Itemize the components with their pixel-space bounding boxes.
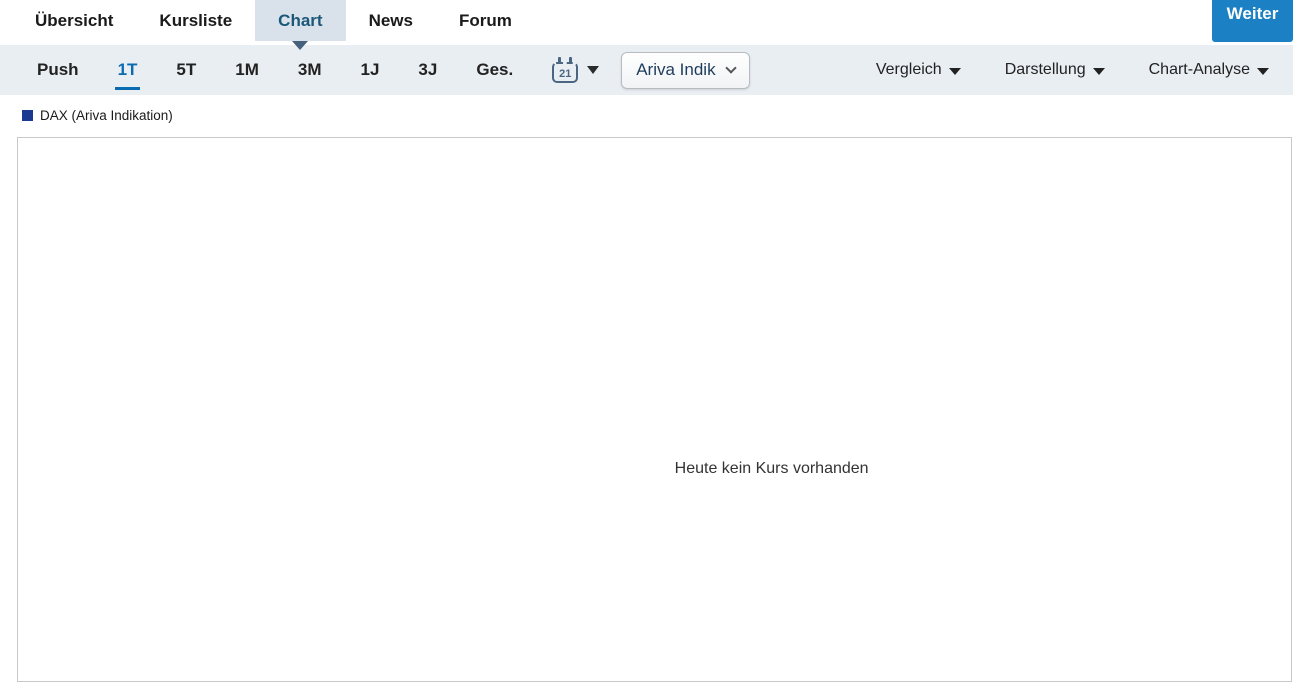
chart-area: Heute kein Kurs vorhanden [17,137,1292,682]
chart-toolbar: Push 1T 5T 1M 3M 1J 3J Ges. 21 Ariva Ind… [0,45,1293,95]
series-label: DAX (Ariva Indikation) [40,108,173,123]
caret-down-icon [1092,67,1105,75]
nav-tab-chart[interactable]: Chart [255,0,346,50]
active-tab-caret-icon [292,41,309,50]
nav-tab-chart-label: Chart [278,10,323,30]
date-picker-button[interactable]: 21 [552,57,600,83]
menu-chart-analyse[interactable]: Chart-Analyse [1149,61,1269,79]
nav-tab-forum[interactable]: Forum [436,0,535,41]
menu-vergleich-label: Vergleich [875,61,942,78]
chevron-down-icon [724,61,737,74]
chart-legend: DAX (Ariva Indikation) [0,95,1293,132]
indicator-dropdown[interactable]: Ariva Indik [621,51,750,89]
range-button-5t[interactable]: 5T [176,60,196,80]
top-navigation: Übersicht Kursliste Chart News Forum Wei… [0,0,1293,50]
chart-empty-message: Heute kein Kurs vorhanden [674,460,869,477]
menu-darstellung-label: Darstellung [1004,61,1086,78]
menu-darstellung[interactable]: Darstellung [1005,61,1105,79]
range-button-1m[interactable]: 1M [235,60,259,80]
calendar-icon: 21 [552,57,579,83]
toolbar-right-menus: Vergleich Darstellung Chart-Analyse [876,61,1273,79]
range-button-3m[interactable]: 3M [298,60,322,80]
series-color-swatch [22,110,33,121]
range-button-1t[interactable]: 1T [114,60,141,90]
indicator-dropdown-label: Ariva Indik [636,59,716,79]
weiter-button[interactable]: Weiter [1212,0,1293,42]
nav-tab-uebersicht[interactable]: Übersicht [12,0,136,41]
calendar-dropdown-caret-icon [587,66,600,74]
menu-vergleich[interactable]: Vergleich [876,61,961,79]
menu-chart-analyse-label: Chart-Analyse [1148,61,1250,78]
caret-down-icon [948,67,961,75]
nav-tab-news[interactable]: News [346,0,436,41]
range-button-push[interactable]: Push [37,60,79,80]
range-button-1j[interactable]: 1J [361,60,380,80]
range-button-ges[interactable]: Ges. [476,60,513,80]
range-button-3j[interactable]: 3J [418,60,437,80]
caret-down-icon [1257,67,1269,75]
nav-tab-kursliste[interactable]: Kursliste [136,0,255,41]
